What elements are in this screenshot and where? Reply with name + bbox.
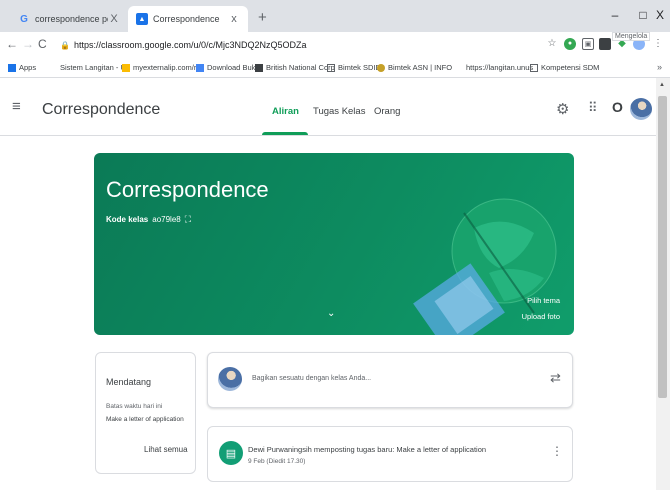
- banner-class-title: Correspondence: [106, 177, 269, 202]
- reload-button[interactable]: C: [38, 37, 47, 51]
- account-icon[interactable]: O: [612, 99, 623, 115]
- share-with-class-card[interactable]: Bagikan sesuatu dengan kelas Anda... ⇄: [207, 352, 573, 408]
- user-avatar[interactable]: [630, 98, 652, 120]
- bookmark-item[interactable]: Sistem Langitan - Un: [60, 63, 130, 72]
- upload-photo-link[interactable]: Upload foto: [522, 312, 560, 321]
- bookmarks-more-button[interactable]: »: [657, 62, 662, 72]
- page-icon: [530, 63, 538, 72]
- share-input[interactable]: Bagikan sesuatu dengan kelas Anda...: [252, 375, 371, 382]
- class-code-label: Kode kelas: [106, 215, 149, 224]
- due-today-label: Batas waktu hari ini: [106, 403, 163, 410]
- class-title[interactable]: Correspondence: [42, 101, 160, 119]
- browser-menu-icon[interactable]: ⋮: [652, 38, 664, 50]
- close-tab-icon[interactable]: x: [228, 13, 240, 25]
- bookmark-item[interactable]: Download Buku: [196, 63, 260, 72]
- address-bar[interactable]: 🔒 https://classroom.google.com/u/0/c/Mjc…: [60, 35, 530, 55]
- post-title[interactable]: Dewi Purwaningsih memposting tugas baru:…: [248, 445, 486, 454]
- google-icon: G: [20, 13, 28, 25]
- browser-tab-search[interactable]: G correspondence pdf - Penelusur X: [10, 6, 128, 32]
- extension-dark-icon[interactable]: [599, 38, 611, 50]
- lock-icon: 🔒: [60, 40, 70, 50]
- select-theme-link[interactable]: Pilih tema: [527, 296, 560, 305]
- class-code-value: ao79le8: [152, 215, 181, 224]
- tab-label: correspondence pdf - Penelusur: [35, 14, 108, 24]
- bookmark-x-icon: [122, 63, 130, 72]
- view-all-link[interactable]: Lihat semua: [144, 445, 188, 454]
- browser-tab-bar: G correspondence pdf - Penelusur X ▲ Cor…: [0, 0, 670, 32]
- bookmark-item[interactable]: https://langitan.unus: [466, 63, 533, 72]
- browser-tab-classroom[interactable]: ▲ Correspondence x: [128, 6, 248, 32]
- apps-grid-icon: [8, 63, 16, 72]
- bookmark-item[interactable]: myexternalip.com/ra: [122, 63, 201, 72]
- upcoming-item-link[interactable]: Make a letter of application: [106, 416, 184, 423]
- repost-icon[interactable]: ⇄: [550, 370, 561, 386]
- bookmark-star-icon[interactable]: ☆: [546, 38, 558, 50]
- extension-tooltip: Mengelola: [612, 32, 651, 41]
- scrollbar-thumb[interactable]: [658, 96, 667, 398]
- google-apps-icon[interactable]: ⠿: [588, 100, 597, 116]
- more-options-icon[interactable]: ⋮: [551, 444, 563, 458]
- extension-green-icon[interactable]: ●: [564, 38, 576, 50]
- tab-aliran[interactable]: Aliran: [272, 106, 299, 117]
- gear-icon[interactable]: ⚙: [556, 100, 569, 118]
- upcoming-title: Mendatang: [106, 377, 152, 387]
- class-banner: Correspondence Kode kelas ao79le8 ⛶ ⌄ Pi…: [94, 153, 574, 335]
- bookmark-book-icon: [196, 63, 204, 72]
- bookmark-apps[interactable]: Apps: [8, 63, 36, 72]
- back-button[interactable]: ←: [6, 37, 18, 51]
- upcoming-card: Mendatang Batas waktu hari ini Make a le…: [95, 352, 196, 474]
- bookmark-item[interactable]: Kompetensi SDM: [530, 63, 599, 72]
- close-tab-icon[interactable]: X: [108, 13, 120, 25]
- minimize-button[interactable]: –: [600, 4, 630, 26]
- bookmark-item[interactable]: British National Corp: [255, 63, 335, 72]
- menu-icon[interactable]: ≡: [12, 99, 21, 114]
- bookmark-item[interactable]: Bimtek SDID: [327, 63, 381, 72]
- address-toolbar: ← → C 🔒 https://classroom.google.com/u/0…: [0, 32, 670, 58]
- tab-orang[interactable]: Orang: [374, 106, 400, 117]
- bookmark-item[interactable]: Bimtek ASN | INFO: [377, 63, 452, 72]
- chevron-down-icon[interactable]: ⌄: [327, 308, 335, 319]
- bookmark-info-icon: [377, 63, 385, 72]
- url-text: https://classroom.google.com/u/0/c/Mjc3N…: [73, 40, 307, 50]
- bookmarks-bar: Apps Sistem Langitan - Un myexternalip.c…: [0, 58, 670, 78]
- classroom-header: ≡ Correspondence Aliran Tugas Kelas Oran…: [0, 78, 656, 136]
- tab-label: Correspondence: [153, 14, 220, 24]
- extension-screenshot-icon[interactable]: ▣: [582, 38, 594, 50]
- bookmark-bnc-icon: [255, 63, 263, 72]
- user-avatar: [218, 367, 242, 391]
- classroom-icon: ▲: [136, 13, 148, 25]
- scroll-up-icon[interactable]: ▲: [659, 82, 665, 88]
- post-date: 9 Feb (Diedit 17.30): [248, 458, 306, 465]
- page-icon: [327, 63, 335, 72]
- assignment-post[interactable]: ▤ Dewi Purwaningsih memposting tugas bar…: [207, 426, 573, 482]
- assignment-icon: ▤: [219, 441, 243, 465]
- new-tab-button[interactable]: +: [258, 9, 267, 26]
- forward-button[interactable]: →: [22, 37, 34, 51]
- tab-tugas-kelas[interactable]: Tugas Kelas: [313, 106, 365, 117]
- class-code: Kode kelas ao79le8 ⛶: [106, 214, 191, 225]
- fullscreen-icon[interactable]: ⛶: [185, 214, 191, 225]
- active-tab-indicator: [262, 132, 308, 135]
- banner-illustration: [413, 198, 557, 335]
- close-window-button[interactable]: X: [645, 4, 670, 26]
